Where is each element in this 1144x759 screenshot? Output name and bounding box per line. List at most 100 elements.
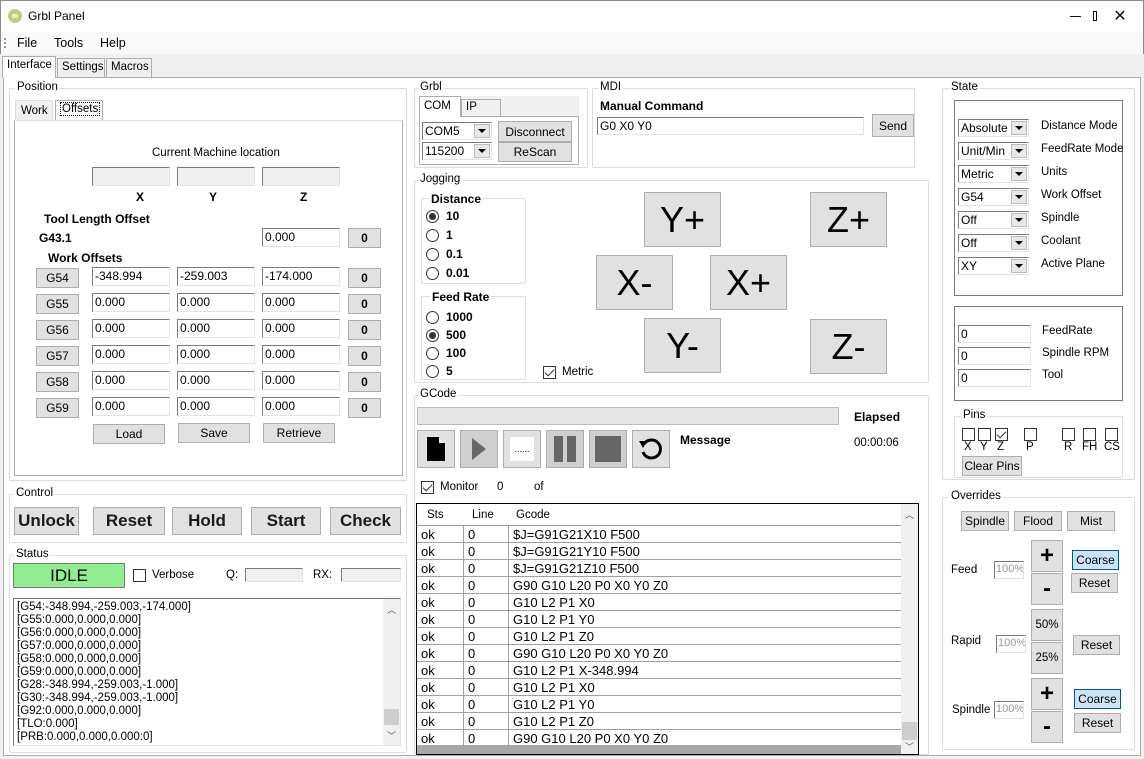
table-row[interactable]: ok 0 G10 L2 P1 X0 — [417, 679, 901, 696]
jog-y-minus-button[interactable]: Y- — [644, 318, 721, 373]
offset-z-field[interactable]: 0.000 — [262, 319, 340, 338]
offset-zero-button[interactable]: 0 — [348, 372, 381, 392]
jog-x-minus-button[interactable]: X- — [596, 255, 673, 310]
offset-y-field[interactable]: -259.003 — [177, 267, 255, 286]
jog-z-minus-button[interactable]: Z- — [810, 319, 887, 374]
state-select-units[interactable]: Metric — [958, 165, 1029, 183]
jog-y-plus-button[interactable]: Y+ — [644, 192, 721, 247]
status-log[interactable]: [G54:-348.994,-259.003,-174.000] [G55:0.0… — [13, 598, 401, 746]
baud-select[interactable]: 115200 — [422, 142, 492, 160]
manual-command-input[interactable]: G0 X0 Y0 — [597, 117, 864, 135]
tab-work[interactable]: Work — [15, 100, 53, 120]
offset-x-field[interactable]: 0.000 — [92, 345, 170, 364]
radio-1000[interactable] — [426, 311, 439, 324]
spindle-plus-button[interactable]: + — [1031, 678, 1063, 710]
offset-y-field[interactable]: 0.000 — [177, 345, 255, 364]
offset-g54-button[interactable]: G54 — [36, 268, 79, 288]
reload-button[interactable] — [632, 430, 670, 468]
offset-y-field[interactable]: 0.000 — [177, 319, 255, 338]
menu-tools[interactable]: Tools — [54, 36, 83, 50]
offset-z-field[interactable]: 0.000 — [262, 293, 340, 312]
offset-g58-button[interactable]: G58 — [36, 372, 79, 392]
offset-y-field[interactable]: 0.000 — [177, 293, 255, 312]
offset-z-field[interactable]: 0.000 — [262, 345, 340, 364]
offset-g55-button[interactable]: G55 — [36, 294, 79, 314]
tab-interface[interactable]: Interface — [2, 56, 56, 78]
column-header-line[interactable]: Line — [472, 509, 494, 521]
load-button[interactable]: Load — [93, 424, 165, 444]
state-select-feedrate-mode[interactable]: Unit/Min — [958, 142, 1029, 160]
radio-0-1[interactable] — [426, 248, 439, 261]
jog-x-plus-button[interactable]: X+ — [710, 255, 787, 310]
retrieve-button[interactable]: Retrieve — [263, 423, 335, 443]
state-select-active-plane[interactable]: XY — [958, 257, 1029, 275]
tab-offsets[interactable]: Offsets — [55, 100, 103, 121]
offset-x-field[interactable]: 0.000 — [92, 319, 170, 338]
radio-1[interactable] — [426, 229, 439, 242]
scroll-down-icon[interactable]: ﹀ — [905, 740, 914, 753]
table-row[interactable]: ok 0 G10 L2 P1 X-348.994 — [417, 662, 901, 679]
spindle-toggle-button[interactable]: Spindle — [961, 511, 1009, 531]
hold-button[interactable]: Hold — [172, 507, 242, 535]
offset-g56-button[interactable]: G56 — [36, 320, 79, 340]
scroll-up-icon[interactable]: ︿ — [905, 508, 914, 521]
close-button[interactable]: ✕ — [1097, 0, 1143, 32]
check-button[interactable]: Check — [330, 507, 401, 535]
monitor-checkbox[interactable] — [421, 481, 434, 494]
verbose-checkbox[interactable] — [133, 569, 146, 582]
table-row[interactable]: ok 0 $J=G91G21Z10 F500 — [417, 560, 901, 577]
tlo-field[interactable]: 0.000 — [262, 228, 340, 247]
feed-reset-button[interactable]: Reset — [1071, 573, 1118, 593]
offset-z-field[interactable]: 0.000 — [262, 371, 340, 390]
offset-x-field[interactable]: 0.000 — [92, 397, 170, 416]
scroll-down-icon[interactable]: ﹀ — [387, 729, 396, 742]
table-row[interactable]: ok 0 G10 L2 P1 Y0 — [417, 696, 901, 713]
send-button[interactable]: Send — [872, 114, 914, 137]
offset-zero-button[interactable]: 0 — [348, 320, 381, 340]
state-select-spindle[interactable]: Off — [958, 211, 1029, 229]
column-header-sts[interactable]: Sts — [427, 509, 444, 521]
offset-zero-button[interactable]: 0 — [348, 294, 381, 314]
port-select[interactable]: COM5 — [422, 122, 492, 140]
status-log-scrollbar[interactable]: ︿ ﹀ — [383, 599, 400, 745]
open-file-button[interactable] — [417, 430, 455, 468]
unlock-button[interactable]: Unlock — [14, 507, 79, 535]
offset-zero-button[interactable]: 0 — [348, 268, 381, 288]
radio-100[interactable] — [426, 347, 439, 360]
tab-com[interactable]: COM — [419, 96, 461, 117]
tab-settings[interactable]: Settings — [57, 58, 105, 77]
reset-button[interactable]: Reset — [93, 507, 165, 535]
spindle-reset-button[interactable]: Reset — [1074, 713, 1121, 733]
menu-help[interactable]: Help — [100, 36, 126, 50]
tlo-zero-button[interactable]: 0 — [348, 228, 381, 248]
rapid-reset-button[interactable]: Reset — [1073, 635, 1120, 655]
flood-toggle-button[interactable]: Flood — [1014, 511, 1062, 531]
table-row[interactable]: ok 0 G10 L2 P1 X0 — [417, 594, 901, 611]
offset-zero-button[interactable]: 0 — [348, 398, 381, 418]
table-row[interactable]: ok 0 G90 G10 L20 P0 X0 Y0 Z0 — [417, 645, 901, 662]
offset-z-field[interactable]: 0.000 — [262, 397, 340, 416]
spindle-coarse-button[interactable]: Coarse — [1074, 689, 1121, 709]
tab-ip[interactable]: IP — [461, 99, 501, 117]
offset-y-field[interactable]: 0.000 — [177, 397, 255, 416]
rapid-25-button[interactable]: 25% — [1031, 642, 1063, 674]
offset-zero-button[interactable]: 0 — [348, 346, 381, 366]
tab-macros[interactable]: Macros — [106, 58, 152, 77]
offset-g57-button[interactable]: G57 — [36, 346, 79, 366]
rapid-50-button[interactable]: 50% — [1031, 609, 1063, 641]
spindle-minus-button[interactable]: - — [1031, 711, 1063, 743]
mist-toggle-button[interactable]: Mist — [1067, 511, 1115, 531]
radio-10[interactable] — [426, 210, 439, 223]
column-header-gcode[interactable]: Gcode — [516, 509, 550, 521]
jog-z-plus-button[interactable]: Z+ — [810, 192, 887, 247]
scroll-up-icon[interactable]: ︿ — [387, 603, 396, 616]
table-row[interactable]: ok 0 G10 L2 P1 Z0 — [417, 628, 901, 645]
radio-0-01[interactable] — [426, 267, 439, 280]
offset-g59-button[interactable]: G59 — [36, 398, 79, 418]
menu-file[interactable]: File — [17, 36, 37, 50]
table-row[interactable]: ok 0 G10 L2 P1 Z0 — [417, 713, 901, 730]
play-button[interactable] — [460, 430, 498, 468]
table-row[interactable]: ok 0 $J=G91G21X10 F500 — [417, 526, 901, 543]
radio-500[interactable] — [426, 329, 439, 342]
offset-z-field[interactable]: -174.000 — [262, 267, 340, 286]
